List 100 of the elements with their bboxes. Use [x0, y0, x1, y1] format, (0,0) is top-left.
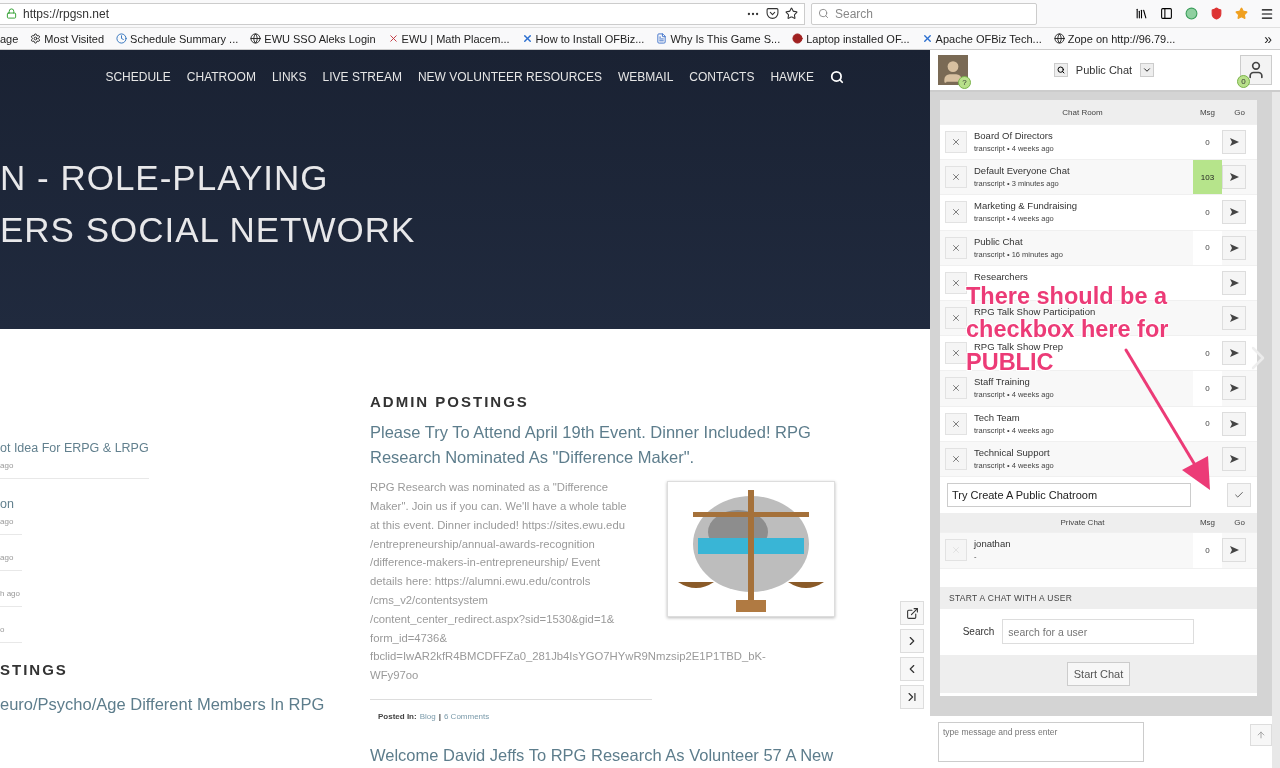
- post-link[interactable]: on: [0, 497, 22, 512]
- start-chat-button[interactable]: Start Chat: [1066, 661, 1131, 686]
- go-button[interactable]: [1222, 130, 1246, 155]
- menu-icon[interactable]: [1260, 6, 1274, 21]
- message-count: 0: [1193, 532, 1222, 568]
- globe-icon: [1053, 33, 1065, 44]
- remove-button[interactable]: [945, 271, 967, 294]
- next-button[interactable]: [900, 629, 924, 654]
- nav-link[interactable]: CONTACTS: [689, 70, 755, 84]
- address-bar[interactable]: https://rpgsn.net: [0, 2, 805, 25]
- sidebar-icon[interactable]: [1160, 7, 1173, 20]
- section-heading: ADMIN POSTINGS: [370, 393, 530, 411]
- arrow-icon: [1229, 173, 1239, 182]
- nav-link[interactable]: NEW VOLUNTEER RESOURCES: [417, 70, 602, 84]
- user-icon: [1246, 60, 1266, 80]
- bookmark-item[interactable]: EWU SSO Aleks Login: [250, 32, 376, 45]
- bookmark-star-icon[interactable]: [785, 7, 798, 20]
- last-button[interactable]: [900, 685, 924, 710]
- section-heading: STINGS: [0, 661, 69, 679]
- go-button[interactable]: [1222, 200, 1246, 225]
- post-title[interactable]: Welcome David Jeffs To RPG Research As Volunteer 57 A New: [370, 743, 890, 768]
- bookmark-item[interactable]: Schedule Summary ...: [116, 32, 239, 45]
- search-button[interactable]: [1053, 63, 1068, 77]
- bookmark-item[interactable]: EWU | Math Placem...: [387, 32, 510, 45]
- remove-button[interactable]: [945, 166, 967, 189]
- remove-button[interactable]: [945, 377, 967, 400]
- bookmark-item[interactable]: Zope on http://96.79...: [1053, 32, 1176, 45]
- go-button[interactable]: [1222, 235, 1246, 260]
- room-name: Researchers: [974, 270, 1029, 282]
- annotation-text: There should be a: [966, 286, 1169, 306]
- room-name-field[interactable]: Try Create A Public Chatroom: [947, 482, 1191, 507]
- arrow-icon: [1229, 278, 1239, 287]
- post-time: ago: [0, 553, 15, 563]
- remove-button[interactable]: [945, 236, 967, 259]
- post-link[interactable]: ot Idea For ERPG & LRPG: [0, 441, 149, 456]
- bookmarks-overflow[interactable]: »: [1264, 30, 1280, 47]
- message-field[interactable]: type message and press enter: [938, 722, 1144, 762]
- arrow-icon: [1229, 419, 1239, 428]
- status-badge: ?: [958, 76, 971, 89]
- x-icon: [951, 418, 961, 429]
- nav-link[interactable]: LINKS: [271, 70, 307, 84]
- popout-button[interactable]: [900, 601, 924, 626]
- library-icon[interactable]: [1135, 7, 1148, 20]
- nav-link[interactable]: SCHEDULE: [105, 70, 171, 84]
- users-button[interactable]: 0: [1240, 55, 1272, 85]
- post-title[interactable]: Please Try To Attend April 19th Event. Dinner Included! RPG Research Nominated As "Difference Maker".: [370, 420, 850, 471]
- search-field[interactable]: Search: [811, 2, 1037, 25]
- go-button[interactable]: [1222, 341, 1246, 366]
- room-name: Technical Support: [974, 446, 1051, 458]
- circle-icon: [792, 33, 804, 44]
- room-name: RPG Talk Show Participation: [974, 305, 1097, 317]
- post-title[interactable]: euro/Psycho/Age Different Members In RPG: [0, 692, 340, 718]
- section-heading: START A CHAT WITH A USER: [949, 592, 1073, 603]
- go-button[interactable]: [1222, 165, 1246, 190]
- separator: |: [438, 712, 441, 721]
- post-time: ago: [0, 517, 15, 527]
- bookmark-item[interactable]: age: [0, 32, 19, 45]
- arrow-icon: [1229, 314, 1239, 323]
- go-button[interactable]: [1222, 538, 1246, 563]
- x-icon: [951, 277, 961, 288]
- nav-link[interactable]: HAWKE: [770, 70, 814, 84]
- remove-button[interactable]: [945, 131, 967, 154]
- nav-link[interactable]: WEBMAIL: [618, 70, 674, 84]
- message-count: 0: [1193, 230, 1222, 265]
- room-select[interactable]: Public Chat: [1075, 64, 1133, 76]
- x-icon: [951, 207, 961, 218]
- user-search-field[interactable]: search for a user: [1002, 619, 1195, 645]
- search-icon[interactable]: [830, 70, 844, 84]
- remove-button[interactable]: [945, 342, 967, 365]
- previous-button[interactable]: [900, 657, 924, 682]
- room-name: RPG Talk Show Prep: [974, 341, 1065, 353]
- go-button[interactable]: [1222, 411, 1246, 436]
- search-label: Search: [962, 626, 995, 638]
- remove-button[interactable]: [945, 201, 967, 224]
- shield-icon[interactable]: [1210, 7, 1223, 20]
- go-button[interactable]: [1222, 306, 1246, 331]
- post-time: h ago: [0, 589, 22, 599]
- go-button[interactable]: [1222, 446, 1246, 471]
- chevron-down-icon: [1142, 65, 1153, 75]
- nav-link[interactable]: CHATROOM: [186, 70, 256, 84]
- bookmark-item[interactable]: Most Visited: [30, 32, 105, 45]
- pocket-icon[interactable]: [766, 7, 779, 20]
- search-icon: [818, 8, 829, 19]
- room-name: Default Everyone Chat: [974, 165, 1071, 177]
- user-name: jonathan: [974, 537, 1012, 549]
- go-button[interactable]: [1222, 376, 1246, 401]
- bookmark-item[interactable]: How to Install OFBiz...: [521, 32, 645, 45]
- room-name: Marketing & Fundraising: [974, 200, 1078, 212]
- scrollbar[interactable]: [1272, 92, 1280, 768]
- arrow-up-icon: [1256, 730, 1266, 740]
- nav-link[interactable]: LIVE STREAM: [322, 70, 402, 84]
- remove-button[interactable]: [945, 307, 967, 330]
- remove-button[interactable]: [945, 412, 967, 435]
- remove-button[interactable]: [945, 447, 967, 470]
- room-name: Board Of Directors: [974, 130, 1054, 141]
- go-button[interactable]: [1222, 270, 1246, 295]
- bookmark-item[interactable]: Why Is This Game S...: [656, 32, 781, 45]
- bookmark-item[interactable]: Apache OFBiz Tech...: [921, 32, 1042, 45]
- dropdown-button[interactable]: [1140, 63, 1155, 77]
- bookmark-item[interactable]: Laptop installed OF...: [792, 32, 910, 45]
